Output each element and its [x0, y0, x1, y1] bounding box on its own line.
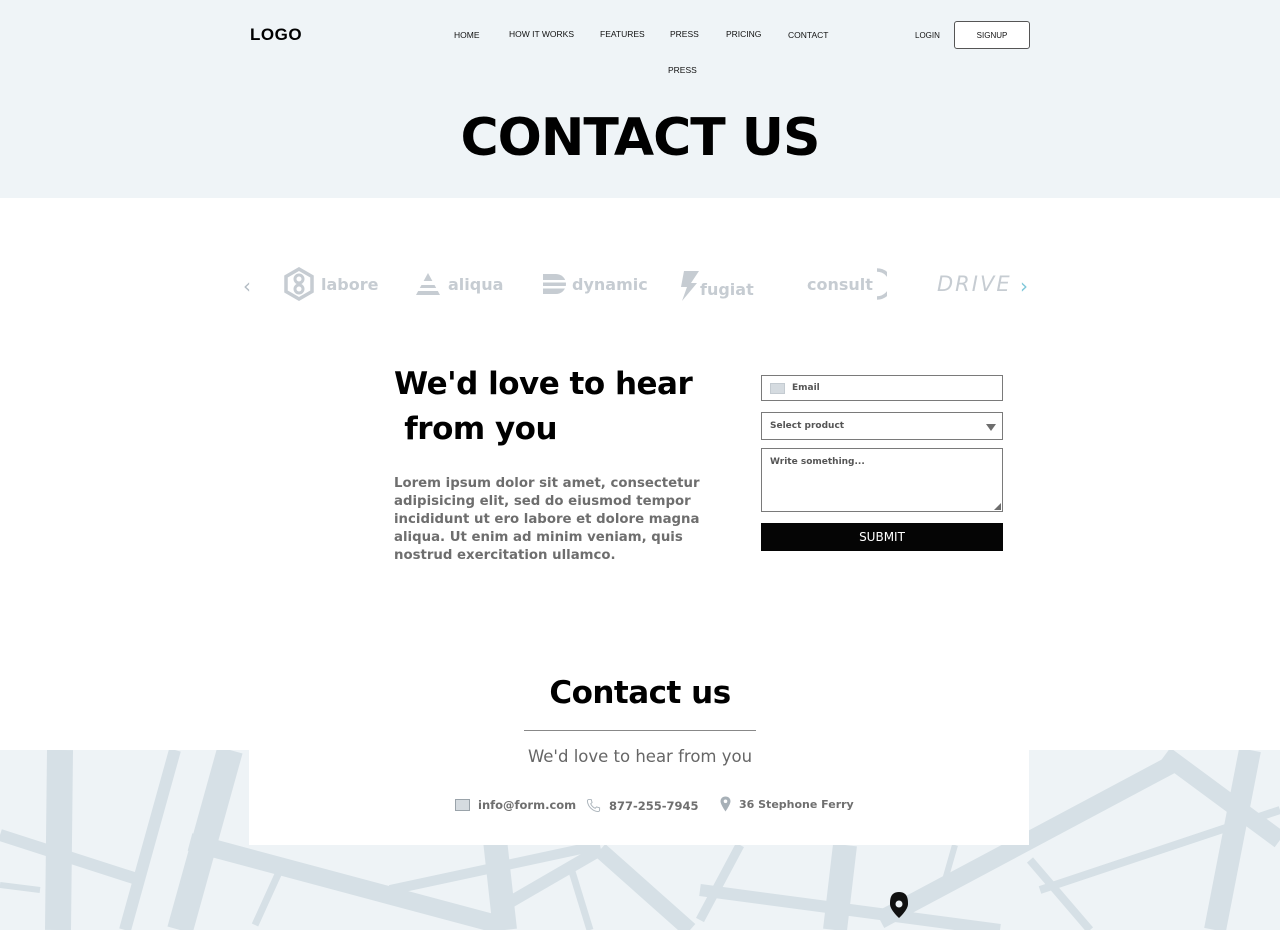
chevron-left-icon[interactable]: ‹: [243, 274, 251, 298]
intro-body: Lorem ipsum dolor sit amet, consectetur …: [394, 476, 700, 563]
contact-phone-text: 877-255-7945: [609, 798, 699, 813]
email-field[interactable]: Email: [761, 375, 1003, 401]
signup-button[interactable]: SIGNUP: [954, 21, 1030, 49]
triangle-stack-icon: [414, 273, 442, 295]
email-placeholder: Email: [792, 383, 820, 393]
brand-name: labore: [321, 274, 379, 294]
brand-logo-consult: consult: [807, 264, 887, 304]
select-value: Select product: [770, 421, 845, 431]
brand-logo-labore: labore: [283, 264, 378, 304]
nav-pricing[interactable]: PRICING: [726, 29, 761, 39]
contact-address-text: 36 Stephone Ferry: [739, 797, 854, 811]
resize-handle-icon[interactable]: [994, 503, 1001, 510]
message-placeholder: Write something...: [770, 457, 865, 467]
brand-name: DRIVE: [937, 272, 1012, 296]
contact-email-text: info@form.com: [478, 798, 577, 812]
nav-how-it-works[interactable]: HOW IT WORKS: [509, 29, 574, 39]
chevron-right-icon[interactable]: ›: [1020, 274, 1028, 298]
brand-name: aliqua: [448, 274, 504, 294]
contact-subtitle: We'd love to hear from you: [527, 747, 753, 766]
brand-name: fugiat: [700, 279, 754, 299]
brand-logo-drive: DRIVE: [937, 264, 1012, 304]
contact-email[interactable]: info@form.com: [455, 798, 576, 812]
nav-features[interactable]: FEATURES: [600, 29, 645, 39]
nav-contact[interactable]: CONTACT: [788, 30, 828, 40]
arc-bracket-icon: [876, 268, 887, 300]
brand-logo-aliqua: aliqua: [414, 264, 503, 304]
page-title: CONTACT US: [460, 108, 821, 168]
nav-press[interactable]: PRESS: [670, 29, 699, 39]
stripes-d-icon: [542, 274, 566, 294]
nav-home[interactable]: HOME: [454, 30, 480, 40]
contact-phone[interactable]: 877-255-7945: [586, 798, 699, 813]
brand-logo-dynamic: dynamic: [542, 264, 648, 304]
submit-button[interactable]: SUBMIT: [761, 523, 1003, 551]
product-select[interactable]: Select product: [761, 412, 1003, 440]
contact-address[interactable]: 36 Stephone Ferry: [720, 796, 854, 812]
brand-name: dynamic: [572, 274, 648, 294]
brand-name: consult: [807, 274, 873, 294]
hexagon-knot-icon: [284, 267, 314, 301]
nav-press-overflow[interactable]: PRESS: [668, 65, 697, 75]
contact-title: Contact us: [549, 675, 731, 711]
login-link[interactable]: LOGIN: [915, 31, 940, 40]
location-pin-icon: [720, 796, 731, 812]
lightning-bolt-icon: [681, 271, 699, 301]
caret-down-icon: [986, 424, 996, 431]
mail-icon: [770, 382, 785, 394]
contact-divider: [524, 730, 756, 731]
brand-logo-fugiat: fugiat: [680, 266, 754, 306]
message-textarea[interactable]: Write something...: [761, 448, 1003, 512]
mail-icon: [455, 799, 470, 811]
phone-icon: [586, 798, 601, 813]
intro-headline: We'd love to hear from you: [394, 366, 693, 447]
site-logo[interactable]: LOGO: [250, 25, 302, 45]
